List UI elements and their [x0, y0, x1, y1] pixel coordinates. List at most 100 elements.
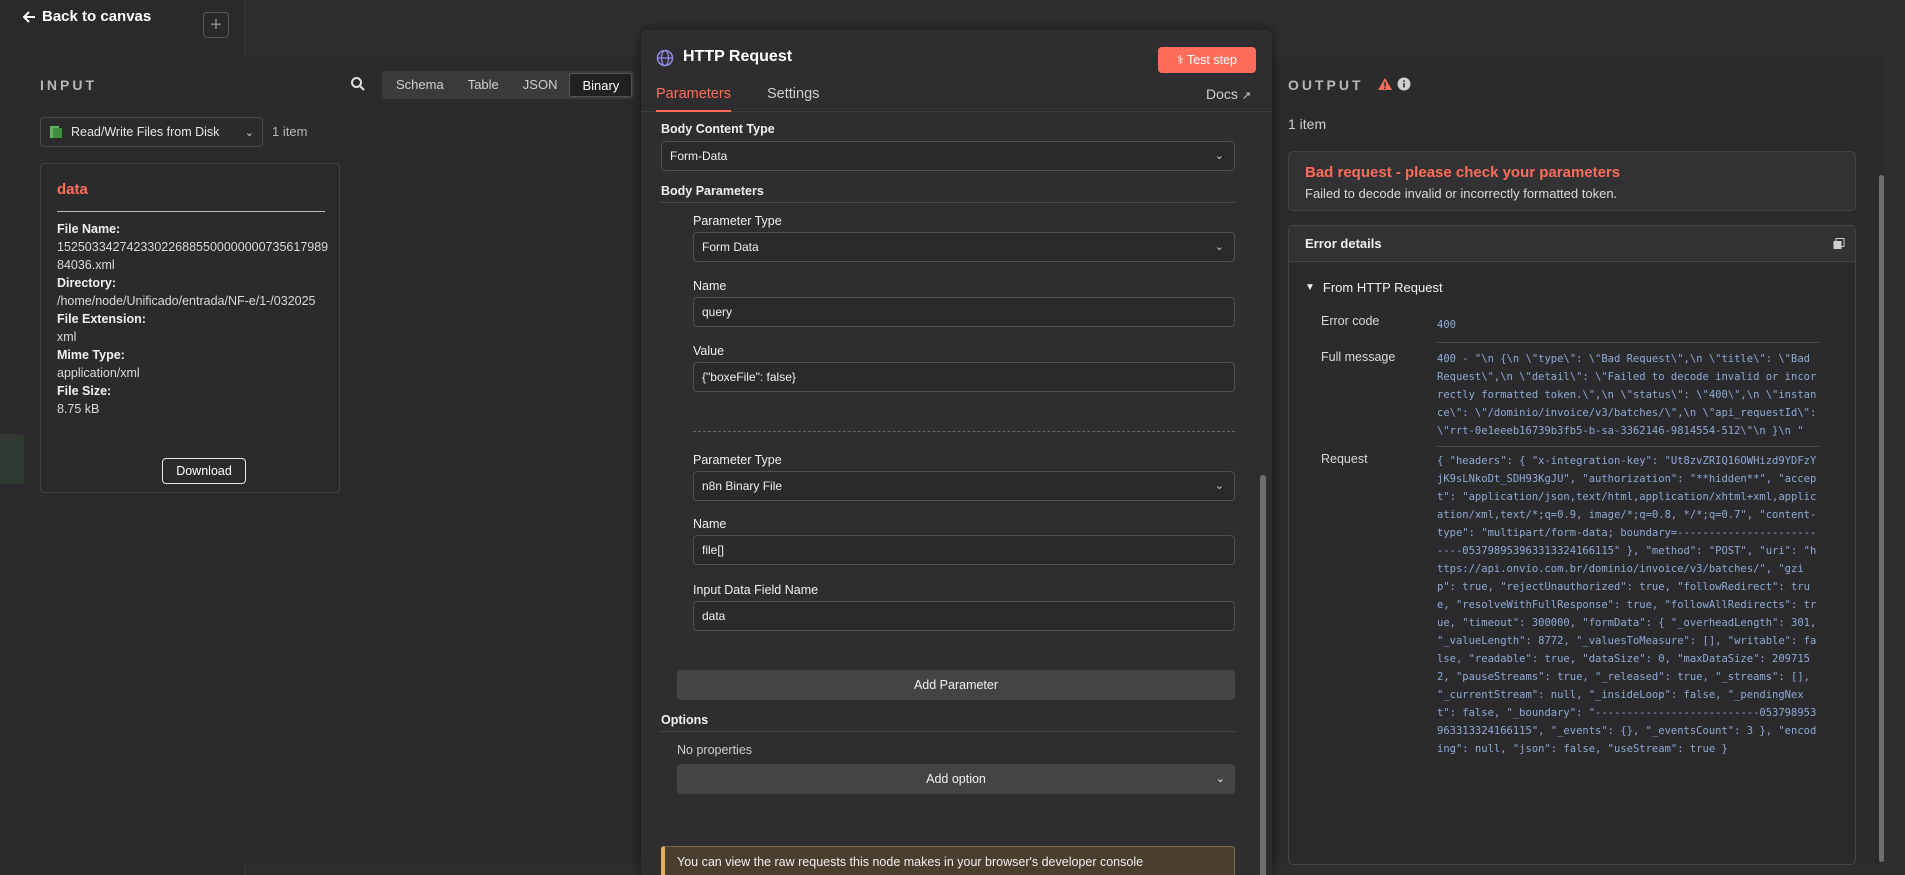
download-button[interactable]: Download: [162, 458, 246, 484]
parameters-body: Body Content Type Form-Data ⌄ Body Param…: [641, 113, 1256, 875]
error-details-card: Error details ▼ From HTTP Request Error …: [1288, 225, 1856, 865]
parameter-separator: [693, 431, 1235, 432]
field-key: Mime Type:: [57, 348, 125, 362]
view-mode-tabs: Schema Table JSON Binary: [382, 71, 635, 99]
parameter-type-label: Parameter Type: [693, 453, 782, 467]
parameter-type-select[interactable]: n8n Binary File ⌄: [693, 471, 1235, 501]
field-value: /home/node/Unificado/entrada/NF-e/1-/032…: [57, 294, 316, 308]
section-divider: [661, 202, 1235, 203]
copy-icon[interactable]: [1833, 238, 1845, 250]
node-header: HTTP Request ⚕ Test step Parameters Sett…: [641, 30, 1272, 112]
external-link-icon: ↗: [1241, 90, 1252, 102]
add-option-button[interactable]: Add option ⌄: [677, 764, 1235, 794]
input-node-select-label: Read/Write Files from Disk: [71, 125, 220, 139]
chevron-down-icon: ⌄: [1214, 150, 1224, 162]
tab-json[interactable]: JSON: [511, 73, 570, 97]
test-step-button[interactable]: ⚕ Test step: [1158, 47, 1256, 73]
tab-schema[interactable]: Schema: [384, 73, 456, 97]
body-content-type-label: Body Content Type: [661, 122, 775, 136]
back-to-canvas-link[interactable]: Back to canvas: [22, 8, 151, 25]
search-icon[interactable]: [350, 76, 366, 92]
field-key: Directory:: [57, 276, 117, 290]
output-title: OUTPUT: [1288, 77, 1364, 93]
detail-value: 400 - "\n {\n \"type\": \"Bad Request\",…: [1437, 353, 1817, 437]
input-node-select[interactable]: Read/Write Files from Disk ⌄: [40, 117, 263, 147]
body-content-type-select[interactable]: Form-Data ⌄: [661, 141, 1235, 171]
output-item-count: 1 item: [1288, 116, 1327, 132]
value-label: Value: [693, 344, 725, 358]
field-key: File Extension:: [57, 312, 146, 326]
tab-parameters[interactable]: Parameters: [656, 86, 731, 112]
node-parameters-panel: HTTP Request ⚕ Test step Parameters Sett…: [641, 30, 1272, 875]
canvas-node-partial[interactable]: [0, 434, 26, 484]
chevron-down-icon: ⌄: [1215, 773, 1225, 785]
output-panel: OUTPUT 1 item Bad request - please check…: [1272, 57, 1884, 865]
body-parameters-label: Body Parameters: [661, 184, 764, 198]
tab-settings[interactable]: Settings: [767, 86, 819, 102]
developer-console-notice: You can view the raw requests this node …: [661, 846, 1235, 875]
docs-label: Docs: [1206, 86, 1238, 102]
error-summary-card: Bad request - please check your paramete…: [1288, 151, 1856, 211]
value-input[interactable]: {"boxeFile": false}: [693, 362, 1235, 392]
parameter-type-value: Form Data: [702, 240, 759, 254]
field-key: File Size:: [57, 384, 112, 398]
chevron-down-icon: ⌄: [1214, 241, 1224, 253]
card-divider: [57, 211, 325, 212]
parameter-type-label: Parameter Type: [693, 214, 782, 228]
arrow-left-icon: [22, 10, 35, 23]
parameters-scrollbar[interactable]: [1260, 475, 1266, 875]
field-value: 1525033427423302268855000000007356179898…: [57, 240, 329, 272]
error-details-title: Error details: [1305, 236, 1382, 251]
detail-value: 400: [1437, 319, 1456, 331]
input-data-field-label: Input Data Field Name: [693, 583, 819, 597]
input-data-field-input[interactable]: data: [693, 601, 1235, 631]
field-value: xml: [57, 330, 77, 344]
from-node-toggle[interactable]: ▼ From HTTP Request: [1305, 280, 1443, 295]
chevron-down-icon: ⌄: [1214, 480, 1224, 492]
error-details-header: Error details: [1289, 226, 1855, 262]
docs-link[interactable]: Docs ↗: [1206, 86, 1251, 102]
flask-icon: ⚕: [1176, 53, 1184, 67]
warning-icon: [1378, 78, 1392, 90]
chevron-down-icon: ⌄: [244, 126, 254, 139]
no-properties-text: No properties: [677, 743, 753, 757]
chevron-down-icon: ▼: [1305, 282, 1315, 293]
binary-fields: File Name: 15250334274233022688550000000…: [57, 220, 332, 418]
input-item-count: 1 item: [272, 124, 308, 139]
options-label: Options: [661, 713, 709, 727]
parameter-type-select[interactable]: Form Data ⌄: [693, 232, 1235, 262]
test-step-label: Test step: [1186, 53, 1238, 67]
info-icon[interactable]: [1397, 77, 1411, 91]
add-parameter-button[interactable]: Add Parameter: [677, 670, 1235, 700]
add-node-button[interactable]: +: [203, 12, 229, 38]
detail-key: Request: [1321, 452, 1368, 466]
field-key: File Name:: [57, 222, 121, 236]
globe-icon: [656, 49, 674, 67]
input-panel: INPUT Schema Table JSON Binary Read/Writ…: [24, 57, 641, 863]
name-label: Name: [693, 517, 727, 531]
section-divider: [661, 731, 1235, 732]
row-divider: [1437, 446, 1819, 447]
field-value: application/xml: [57, 366, 140, 380]
tab-binary[interactable]: Binary: [569, 73, 633, 97]
error-description: Failed to decode invalid or incorrectly …: [1305, 186, 1618, 201]
file-node-icon: [50, 126, 62, 138]
name-label: Name: [693, 279, 727, 293]
error-title: Bad request - please check your paramete…: [1305, 164, 1621, 181]
parameter-type-value: n8n Binary File: [702, 479, 783, 493]
detail-key: Full message: [1321, 350, 1396, 364]
canvas-right-edge: [1884, 57, 1905, 875]
add-option-label: Add option: [926, 772, 986, 786]
row-divider: [1437, 342, 1819, 343]
detail-key: Error code: [1321, 314, 1380, 328]
field-value: 8.75 kB: [57, 402, 100, 416]
body-content-type-value: Form-Data: [670, 149, 728, 163]
input-title: INPUT: [40, 77, 97, 93]
binary-card-title: data: [57, 181, 88, 198]
binary-data-card: data File Name: 152503342742330226885500…: [40, 163, 340, 493]
from-node-label: From HTTP Request: [1322, 280, 1443, 295]
tab-table[interactable]: Table: [456, 73, 511, 97]
node-title[interactable]: HTTP Request: [683, 48, 792, 66]
name-input[interactable]: file[]: [693, 535, 1235, 565]
name-input[interactable]: query: [693, 297, 1235, 327]
